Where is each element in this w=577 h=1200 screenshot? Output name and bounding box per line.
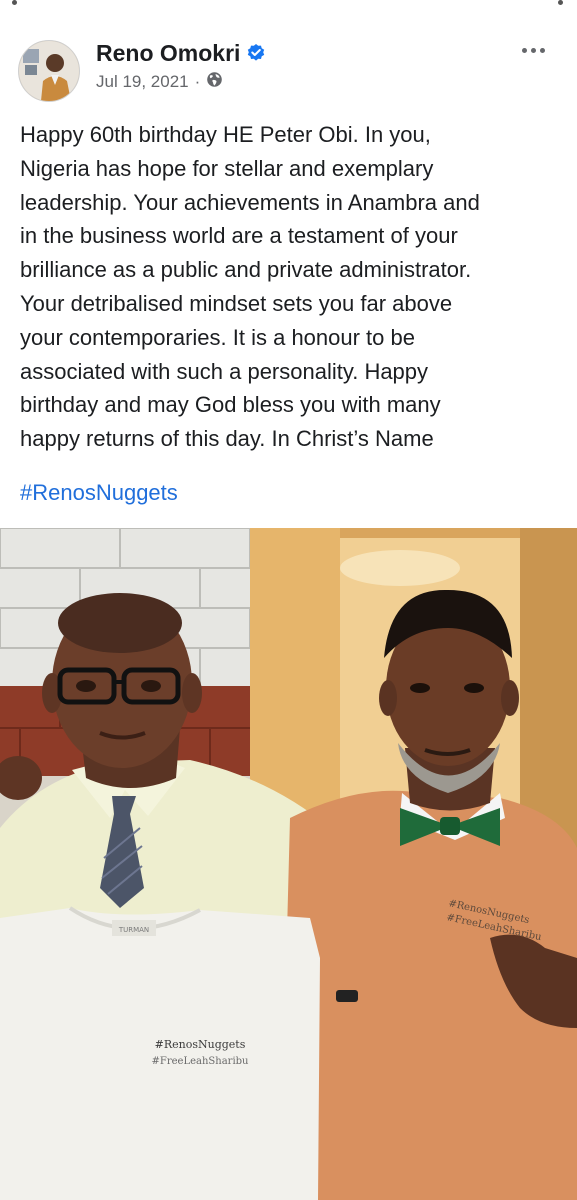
verified-badge-icon xyxy=(246,43,266,63)
post-body-text: Happy 60th birthday HE Peter Obi. In you… xyxy=(20,122,480,452)
status-dot xyxy=(12,0,17,5)
post-meta: Jul 19, 2021 · xyxy=(96,70,223,94)
author-avatar[interactable] xyxy=(18,40,80,102)
post-date[interactable]: Jul 19, 2021 xyxy=(96,72,189,92)
author-row: Reno Omokri xyxy=(96,38,266,68)
shirt-print-line1: #RenosNuggets xyxy=(155,1038,246,1051)
post-photo[interactable]: #RenosNuggets #FreeLeahSharibu TURMAN #R… xyxy=(0,528,577,1200)
shirt-label-text: TURMAN xyxy=(118,926,149,934)
globe-icon[interactable] xyxy=(206,71,223,93)
shirt-print-line2: #FreeLeahSharibu xyxy=(152,1056,250,1067)
more-options-icon[interactable] xyxy=(515,40,551,60)
author-name[interactable]: Reno Omokri xyxy=(96,40,240,67)
top-edge xyxy=(0,0,577,10)
photo-image: #RenosNuggets #FreeLeahSharibu TURMAN #R… xyxy=(0,528,577,1200)
meta-separator: · xyxy=(194,72,201,91)
avatar-image xyxy=(19,41,79,101)
status-dot xyxy=(558,0,563,5)
hashtag-link[interactable]: #RenosNuggets xyxy=(20,480,178,506)
post-header: Reno Omokri Jul 19, 2021 · xyxy=(0,20,577,110)
